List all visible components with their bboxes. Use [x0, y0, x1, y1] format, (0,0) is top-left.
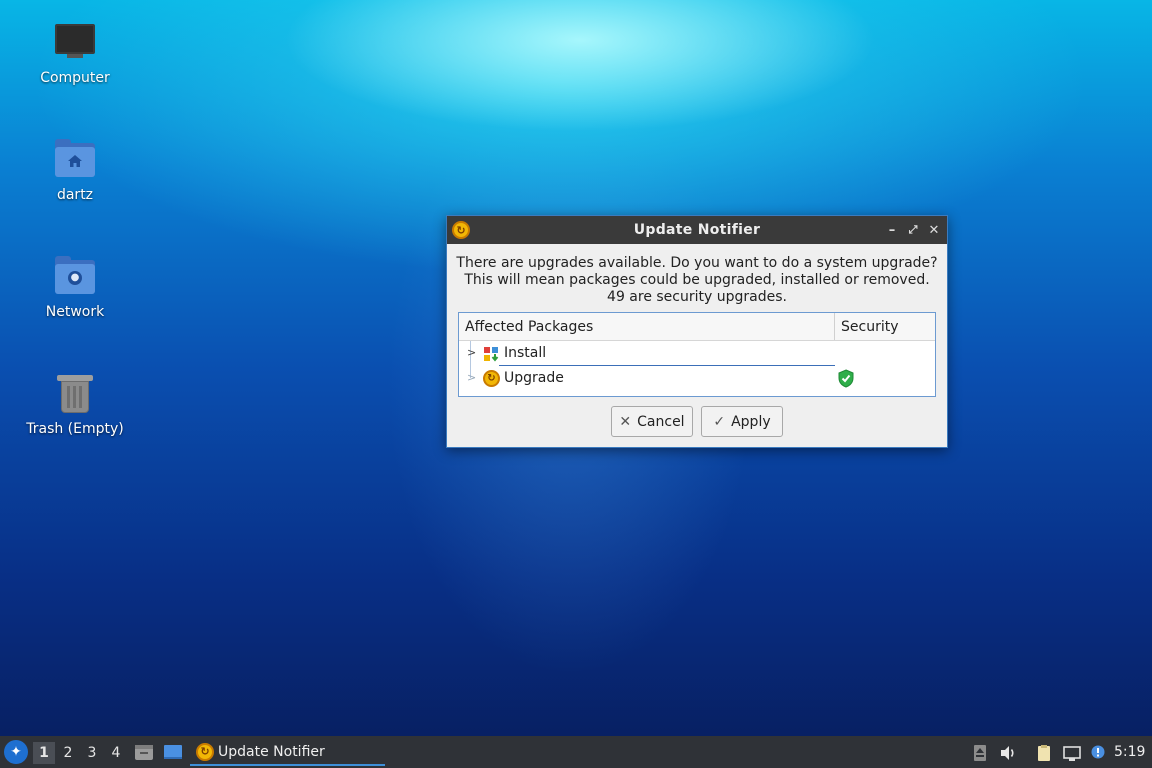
- tree-header: Affected Packages Security: [459, 313, 935, 341]
- eject-icon[interactable]: [971, 744, 989, 762]
- home-folder-icon: [53, 137, 97, 181]
- network-folder-icon: ●: [53, 254, 97, 298]
- update-notifier-icon: ↻: [452, 221, 470, 239]
- tree-row-label: Upgrade: [504, 370, 564, 386]
- checkmark-icon: ✓: [713, 413, 726, 430]
- desktop-icon-computer[interactable]: Computer: [20, 20, 130, 120]
- tree-row-install[interactable]: > Install: [459, 341, 935, 366]
- maximize-button[interactable]: ⤢: [904, 220, 922, 240]
- workspace-2[interactable]: 2: [57, 742, 79, 764]
- clipboard-icon[interactable]: [1035, 744, 1053, 762]
- file-manager-icon[interactable]: [134, 742, 154, 762]
- desktop-icon-network[interactable]: ● Network: [20, 254, 130, 354]
- column-header-packages[interactable]: Affected Packages: [459, 313, 835, 340]
- workspace-4[interactable]: 4: [105, 742, 127, 764]
- network-wired-icon[interactable]: [1063, 744, 1081, 762]
- workspace-1[interactable]: 1: [33, 742, 55, 764]
- clock[interactable]: 5:19: [1114, 744, 1145, 760]
- column-header-security[interactable]: Security: [835, 313, 935, 340]
- message-line: There are upgrades available. Do you wan…: [456, 255, 938, 271]
- trash-icon: [53, 371, 97, 415]
- cancel-label: Cancel: [637, 413, 685, 430]
- message-line: 49 are security upgrades.: [607, 289, 787, 305]
- affected-packages-tree[interactable]: Affected Packages Security > Install > ↻…: [458, 312, 936, 397]
- volume-icon[interactable]: [999, 744, 1017, 762]
- dialog-titlebar[interactable]: ↻ Update Notifier – ⤢ ✕: [447, 216, 947, 244]
- apply-label: Apply: [731, 413, 771, 430]
- update-notifier-dialog: ↻ Update Notifier – ⤢ ✕ There are upgrad…: [446, 215, 948, 448]
- cancel-icon: ✕: [619, 413, 632, 430]
- install-icon: [484, 347, 499, 362]
- expand-arrow-icon[interactable]: >: [467, 372, 477, 384]
- workspace-3[interactable]: 3: [81, 742, 103, 764]
- upgrade-icon: ↻: [483, 370, 500, 387]
- taskbar: ✦ 1 2 3 4 ↻ Update Notifier 5:19: [0, 736, 1152, 768]
- task-label: Update Notifier: [218, 743, 325, 760]
- desktop-icon-trash[interactable]: Trash (Empty): [20, 371, 130, 471]
- update-notifier-icon: ↻: [196, 742, 214, 761]
- desktop-icon-home[interactable]: dartz: [20, 137, 130, 237]
- minimize-button[interactable]: –: [883, 220, 901, 240]
- desktop-icon-label: Network: [45, 304, 105, 320]
- tree-row-label: Install: [504, 345, 547, 361]
- security-shield-icon: [838, 369, 854, 388]
- start-menu-icon[interactable]: ✦: [4, 740, 28, 764]
- desktop-icon-label: Trash (Empty): [26, 421, 124, 437]
- message-line: This will mean packages could be upgrade…: [464, 272, 930, 288]
- cancel-button[interactable]: ✕ Cancel: [611, 406, 693, 437]
- tree-row-upgrade[interactable]: > ↻ Upgrade: [459, 366, 935, 391]
- task-update-notifier[interactable]: ↻ Update Notifier: [190, 739, 385, 766]
- dialog-title: Update Notifier: [633, 222, 761, 238]
- computer-icon: [53, 20, 97, 64]
- expand-arrow-icon[interactable]: >: [467, 347, 477, 359]
- apply-button[interactable]: ✓ Apply: [701, 406, 783, 437]
- desktop-icon-label: Computer: [40, 70, 110, 86]
- show-desktop-icon[interactable]: [163, 742, 183, 762]
- dialog-message: There are upgrades available. Do you wan…: [447, 244, 947, 313]
- close-button[interactable]: ✕: [925, 220, 943, 240]
- notification-icon[interactable]: [1089, 744, 1107, 762]
- desktop-icon-label: dartz: [56, 187, 94, 203]
